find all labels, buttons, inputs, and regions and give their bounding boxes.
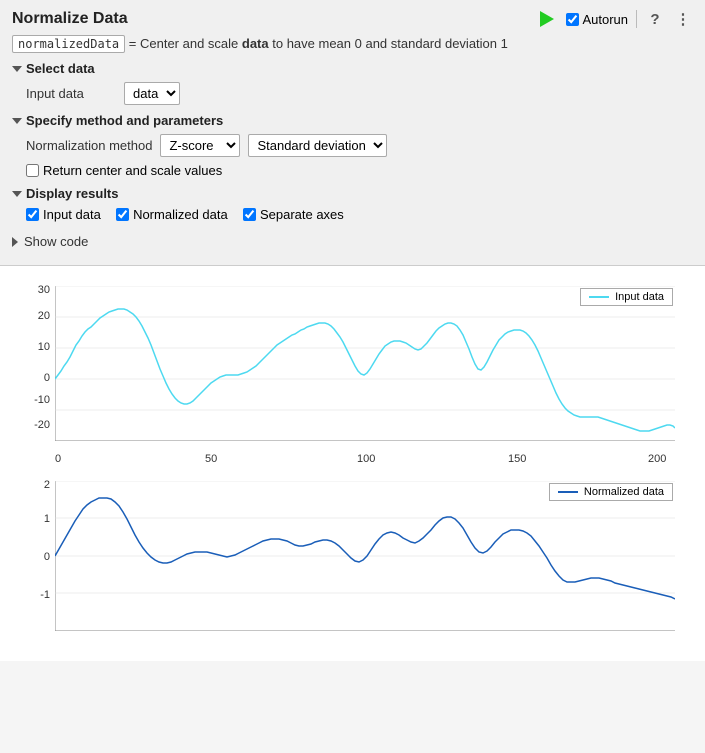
chart-area: 30 20 10 0 -10 -20 0 50 100 150 200 Inpu… — [0, 266, 705, 661]
chart2-container: 2 1 0 -1 Normalized data — [0, 471, 705, 661]
method-section: Specify method and parameters Normalizat… — [12, 113, 693, 178]
header-controls: Autorun ? ⋮ — [536, 8, 693, 30]
x1-label-150: 150 — [508, 453, 526, 465]
return-center-checkbox[interactable] — [26, 164, 39, 177]
vertical-divider — [636, 10, 637, 28]
chart1-container: 30 20 10 0 -10 -20 0 50 100 150 200 Inpu… — [0, 276, 705, 471]
y1-label-neg10: -10 — [0, 394, 50, 406]
y2-label-0: 0 — [0, 551, 50, 563]
display-results-section: Display results Input data Normalized da… — [12, 186, 693, 222]
run-button[interactable] — [536, 8, 558, 30]
chart1-legend: Input data — [580, 288, 673, 306]
chart2-legend: Normalized data — [549, 483, 673, 501]
select-data-label: Select data — [26, 61, 95, 76]
chart2-svg — [55, 481, 675, 631]
desc-bold: data — [242, 36, 269, 51]
y2-label-1: 1 — [0, 513, 50, 525]
input-data-select[interactable]: data — [124, 82, 180, 105]
top-panel: Normalize Data Autorun ? ⋮ normalizedDat… — [0, 0, 705, 266]
input-data-label: Input data — [26, 86, 116, 101]
page-title: Normalize Data — [12, 10, 128, 28]
y1-label-10: 10 — [0, 341, 50, 353]
normalization-method-select[interactable]: Z-score Min-max Robust — [160, 134, 240, 157]
input-data-row: Input data data — [26, 82, 693, 105]
y2-label-neg1: -1 — [0, 589, 50, 601]
method-header[interactable]: Specify method and parameters — [12, 113, 693, 128]
normalized-data-checkbox-label: Normalized data — [133, 207, 228, 222]
y1-label-30: 30 — [0, 284, 50, 296]
separate-axes-checkbox[interactable] — [243, 208, 256, 221]
x1-label-100: 100 — [357, 453, 375, 465]
y2-label-2: 2 — [0, 479, 50, 491]
header-row: Normalize Data Autorun ? ⋮ — [12, 8, 693, 30]
input-data-checkbox-label: Input data — [43, 207, 101, 222]
collapse-icon-display — [12, 191, 22, 197]
y1-label-neg20: -20 — [0, 419, 50, 431]
desc-post: to have mean 0 and standard deviation 1 — [269, 36, 508, 51]
display-checkboxes-row: Input data Normalized data Separate axes — [26, 207, 693, 222]
chart1-legend-label: Input data — [615, 291, 664, 303]
method-content: Normalization method Z-score Min-max Rob… — [26, 134, 693, 178]
display-results-header[interactable]: Display results — [12, 186, 693, 201]
run-triangle-icon — [540, 11, 554, 27]
chart2-legend-label: Normalized data — [584, 486, 664, 498]
autorun-label[interactable]: Autorun — [566, 12, 628, 27]
display-results-content: Input data Normalized data Separate axes — [26, 207, 693, 222]
x1-label-200: 200 — [648, 453, 666, 465]
normalization-method-row: Normalization method Z-score Min-max Rob… — [26, 134, 693, 157]
param-select[interactable]: Standard deviation Variance Range — [248, 134, 387, 157]
show-code-triangle-icon — [12, 237, 18, 247]
chart1-legend-line — [589, 296, 609, 298]
help-button[interactable]: ? — [645, 9, 665, 29]
separate-axes-checkbox-label: Separate axes — [260, 207, 344, 222]
y1-label-0: 0 — [0, 372, 50, 384]
show-code-label: Show code — [24, 234, 88, 249]
collapse-icon-method — [12, 118, 22, 124]
input-data-checkbox[interactable] — [26, 208, 39, 221]
description-row: normalizedData = Center and scale data t… — [12, 36, 693, 51]
desc-pre: = Center and scale — [129, 36, 242, 51]
display-results-label: Display results — [26, 186, 119, 201]
x1-label-0: 0 — [55, 453, 61, 465]
chart1-svg — [55, 286, 675, 441]
method-field-label: Normalization method — [26, 138, 152, 153]
method-label: Specify method and parameters — [26, 113, 223, 128]
chart2-legend-line — [558, 491, 578, 493]
return-center-label: Return center and scale values — [43, 163, 222, 178]
select-data-section: Select data Input data data — [12, 61, 693, 105]
var-name: normalizedData — [12, 35, 125, 53]
collapse-icon-select — [12, 66, 22, 72]
normalized-data-checkbox[interactable] — [116, 208, 129, 221]
show-code-row[interactable]: Show code — [12, 228, 693, 253]
autorun-text: Autorun — [582, 12, 628, 27]
y1-label-20: 20 — [0, 310, 50, 322]
select-data-header[interactable]: Select data — [12, 61, 693, 76]
return-checkbox-row: Return center and scale values — [26, 163, 693, 178]
autorun-checkbox[interactable] — [566, 13, 579, 26]
x1-label-50: 50 — [205, 453, 217, 465]
select-data-content: Input data data — [26, 82, 693, 105]
menu-button[interactable]: ⋮ — [673, 9, 693, 29]
